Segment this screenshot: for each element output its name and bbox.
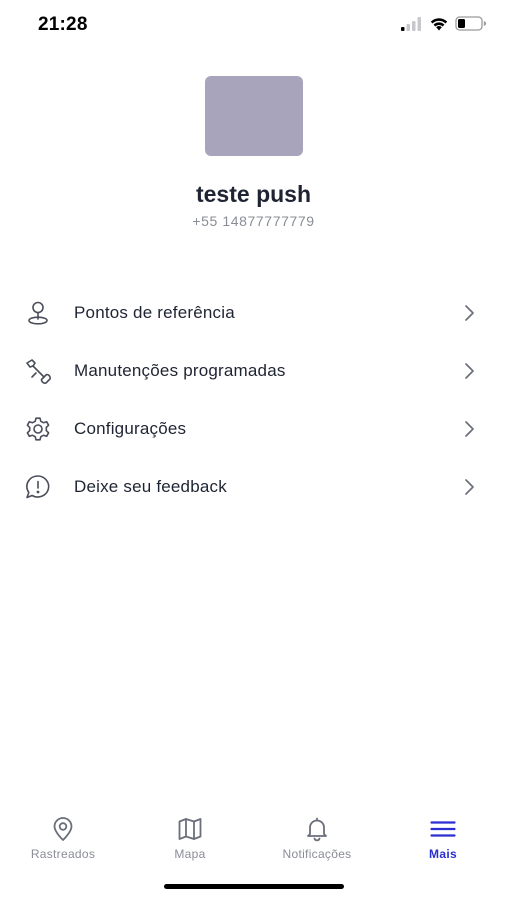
chevron-right-icon <box>465 363 474 379</box>
signal-icon <box>401 16 421 31</box>
chevron-right-icon <box>465 479 474 495</box>
nav-tab-notificacoes[interactable]: Notificações <box>262 808 372 866</box>
profile-name: teste push <box>195 181 312 207</box>
home-indicator <box>164 884 344 889</box>
wifi-icon <box>430 18 448 31</box>
avatar[interactable] <box>205 76 303 156</box>
menu-icon <box>430 821 456 837</box>
bell-icon <box>307 817 327 842</box>
status-icons <box>401 16 487 31</box>
menu-item-configuracoes[interactable]: Configurações <box>0 400 507 458</box>
menu-item-deixe-seu-feedback[interactable]: Deixe seu feedback <box>0 458 507 516</box>
nav-tab-mais[interactable]: Mais <box>388 808 498 866</box>
nav-label: Rastreados <box>30 847 96 861</box>
feedback-icon <box>26 475 50 499</box>
profile-screen: 21:28 teste push +55 14877777779 Pontos … <box>0 0 507 900</box>
menu-item-pontos-de-referencia[interactable]: Pontos de referência <box>0 284 507 342</box>
menu-item-label: Manutenções programadas <box>74 361 286 380</box>
nav-tab-rastreados[interactable]: Rastreados <box>8 808 118 866</box>
gear-icon <box>26 417 50 441</box>
location-pin-icon <box>53 817 73 841</box>
menu-item-manutencoes-programadas[interactable]: Manutenções programadas <box>0 342 507 400</box>
settings-menu: Pontos de referência Manutenções program… <box>0 284 507 516</box>
wrench-icon <box>26 359 51 384</box>
nav-label: Mapa <box>174 847 206 861</box>
location-pin-icon <box>28 301 48 325</box>
bottom-nav: Rastreados Mapa Notificações Mais <box>0 808 507 868</box>
battery-icon <box>455 16 487 31</box>
nav-label: Mais <box>429 847 457 861</box>
chevron-right-icon <box>465 305 474 321</box>
status-time: 21:28 <box>38 14 88 35</box>
menu-item-label: Deixe seu feedback <box>74 477 227 496</box>
status-bar: 21:28 <box>0 0 507 52</box>
nav-tab-mapa[interactable]: Mapa <box>135 808 245 866</box>
menu-item-label: Configurações <box>74 419 187 438</box>
map-icon <box>178 818 202 840</box>
profile-phone: +55 14877777779 <box>192 213 315 229</box>
chevron-right-icon <box>465 421 474 437</box>
menu-item-label: Pontos de referência <box>74 303 235 322</box>
nav-label: Notificações <box>282 847 352 861</box>
